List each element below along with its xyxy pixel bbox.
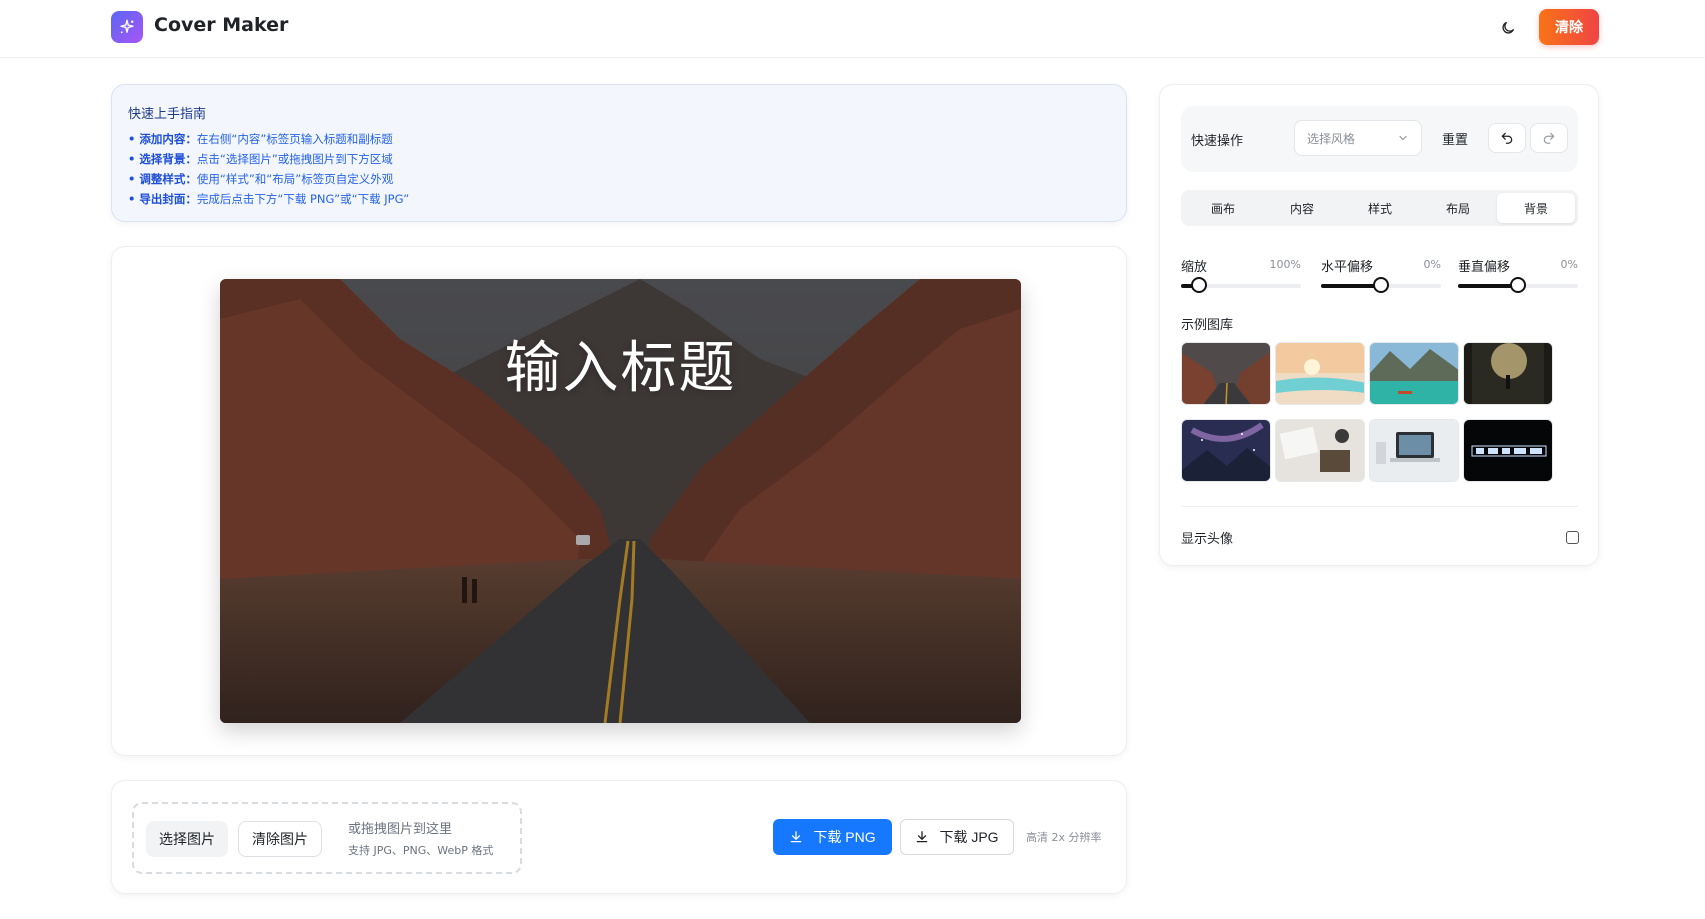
guide-item-text: 点击“选择图片”或拖拽图片到下方区域 — [196, 152, 393, 166]
guide-item-text: 完成后点击下方“下载 PNG”或“下载 JPG” — [196, 192, 410, 206]
horizontal-offset-slider-group: 水平偏移 0% — [1321, 256, 1441, 300]
image-dropzone[interactable]: 选择图片 清除图片 或拖拽图片到这里 支持 JPG、PNG、WebP 格式 — [132, 802, 522, 874]
settings-panel: 快速操作 选择风格 重置 画布 内容 样式 布局 背景 缩放 100% 水平偏移… — [1159, 84, 1599, 566]
cover-title[interactable]: 输入标题 — [220, 323, 1021, 404]
clear-image-button[interactable]: 清除图片 — [238, 821, 322, 857]
guide-item-label: • 导出封面： — [128, 192, 197, 206]
guide-item: • 选择背景：点击“选择图片”或拖拽图片到下方区域 — [128, 149, 409, 169]
show-avatar-checkbox[interactable] — [1566, 531, 1579, 544]
guide-item-text: 在右侧“内容”标签页输入标题和副标题 — [196, 132, 393, 146]
chevron-down-icon — [1399, 136, 1407, 141]
slider-value: 100% — [1269, 258, 1301, 271]
guide-item: • 导出封面：完成后点击下方“下载 PNG”或“下载 JPG” — [128, 189, 409, 209]
gallery-thumb-starry-mountains[interactable] — [1181, 419, 1271, 482]
slider-label: 水平偏移 — [1321, 260, 1374, 275]
guide-item-text: 使用“样式”和“布局”标签页自定义外观 — [196, 172, 394, 186]
slider-thumb[interactable] — [1510, 277, 1526, 293]
resolution-note: 高清 2x 分辨率 — [1026, 831, 1102, 844]
gallery-thumb-turquoise-lake[interactable] — [1369, 342, 1459, 405]
sparkle-logo-icon — [111, 11, 143, 43]
slider-thumb[interactable] — [1373, 277, 1389, 293]
reset-button[interactable]: 重置 — [1432, 120, 1478, 156]
guide-title: 快速上手指南 — [128, 107, 207, 122]
vertical-offset-slider-group: 垂直偏移 0% — [1458, 256, 1578, 300]
download-icon — [917, 831, 928, 843]
brand-name: Cover Maker — [154, 14, 289, 36]
download-jpg-button[interactable]: 下载 JPG — [900, 819, 1014, 855]
vertical-offset-slider[interactable] — [1458, 277, 1578, 293]
guide-item: • 调整样式：使用“样式”和“布局”标签页自定义外观 — [128, 169, 409, 189]
guide-item-label: • 选择背景： — [128, 152, 197, 166]
slider-fill — [1458, 284, 1518, 288]
supported-formats: 支持 JPG、PNG、WebP 格式 — [348, 844, 494, 857]
scale-slider-group: 缩放 100% — [1181, 256, 1301, 300]
tab-style[interactable]: 样式 — [1341, 193, 1419, 223]
slider-thumb[interactable] — [1191, 277, 1207, 293]
style-select-placeholder: 选择风格 — [1307, 131, 1356, 146]
download-jpg-label: 下载 JPG — [939, 829, 999, 845]
download-png-button[interactable]: 下载 PNG — [773, 819, 892, 855]
style-select[interactable]: 选择风格 — [1294, 120, 1422, 156]
download-icon — [791, 831, 802, 843]
gallery-label: 示例图库 — [1181, 318, 1234, 333]
guide-item-label: • 添加内容： — [128, 132, 197, 146]
quick-actions: 快速操作 选择风格 重置 — [1181, 106, 1578, 172]
slider-fill — [1321, 284, 1381, 288]
guide-list: • 添加内容：在右侧“内容”标签页输入标题和副标题 • 选择背景：点击“选择图片… — [128, 129, 409, 209]
quick-start-guide: 快速上手指南 • 添加内容：在右侧“内容”标签页输入标题和副标题 • 选择背景：… — [111, 84, 1127, 222]
gallery-thumb-beach-sunset[interactable] — [1275, 342, 1365, 405]
moon-icon[interactable] — [1494, 14, 1522, 42]
drop-hint: 或拖拽图片到这里 — [348, 822, 453, 837]
download-png-label: 下载 PNG — [813, 829, 876, 845]
divider — [1181, 506, 1578, 507]
show-avatar-label: 显示头像 — [1181, 532, 1234, 547]
slider-label: 缩放 — [1181, 260, 1208, 275]
gallery-thumb-laptop-workspace[interactable] — [1369, 419, 1459, 482]
slider-value: 0% — [1423, 258, 1441, 271]
clear-all-button[interactable]: 清除 — [1539, 9, 1599, 45]
action-bar: 选择图片 清除图片 或拖拽图片到这里 支持 JPG、PNG、WebP 格式 下载… — [111, 780, 1127, 894]
gallery-thumb-desk-items[interactable] — [1275, 419, 1365, 482]
tab-canvas[interactable]: 画布 — [1184, 193, 1262, 223]
guide-item: • 添加内容：在右侧“内容”标签页输入标题和副标题 — [128, 129, 409, 149]
app-header: Cover Maker 清除 — [0, 0, 1705, 58]
slider-label: 垂直偏移 — [1458, 260, 1511, 275]
gallery-thumb-neon-text[interactable] — [1463, 419, 1553, 482]
guide-item-label: • 调整样式： — [128, 172, 197, 186]
gallery-thumb-canyon-road[interactable] — [1181, 342, 1271, 405]
scale-slider[interactable] — [1181, 277, 1301, 293]
slider-value: 0% — [1560, 258, 1578, 271]
select-image-button[interactable]: 选择图片 — [146, 821, 228, 857]
redo-icon[interactable] — [1530, 123, 1568, 153]
undo-icon[interactable] — [1488, 123, 1526, 153]
tab-background[interactable]: 背景 — [1497, 193, 1575, 223]
canvas-preview-card: 输入标题 — [111, 246, 1127, 756]
cover-canvas[interactable]: 输入标题 — [220, 279, 1021, 723]
tab-content[interactable]: 内容 — [1263, 193, 1341, 223]
settings-tabs: 画布 内容 样式 布局 背景 — [1181, 190, 1578, 226]
tab-layout[interactable]: 布局 — [1419, 193, 1497, 223]
horizontal-offset-slider[interactable] — [1321, 277, 1441, 293]
quick-actions-label: 快速操作 — [1191, 134, 1244, 149]
gallery-thumb-forest-light[interactable] — [1463, 342, 1553, 405]
